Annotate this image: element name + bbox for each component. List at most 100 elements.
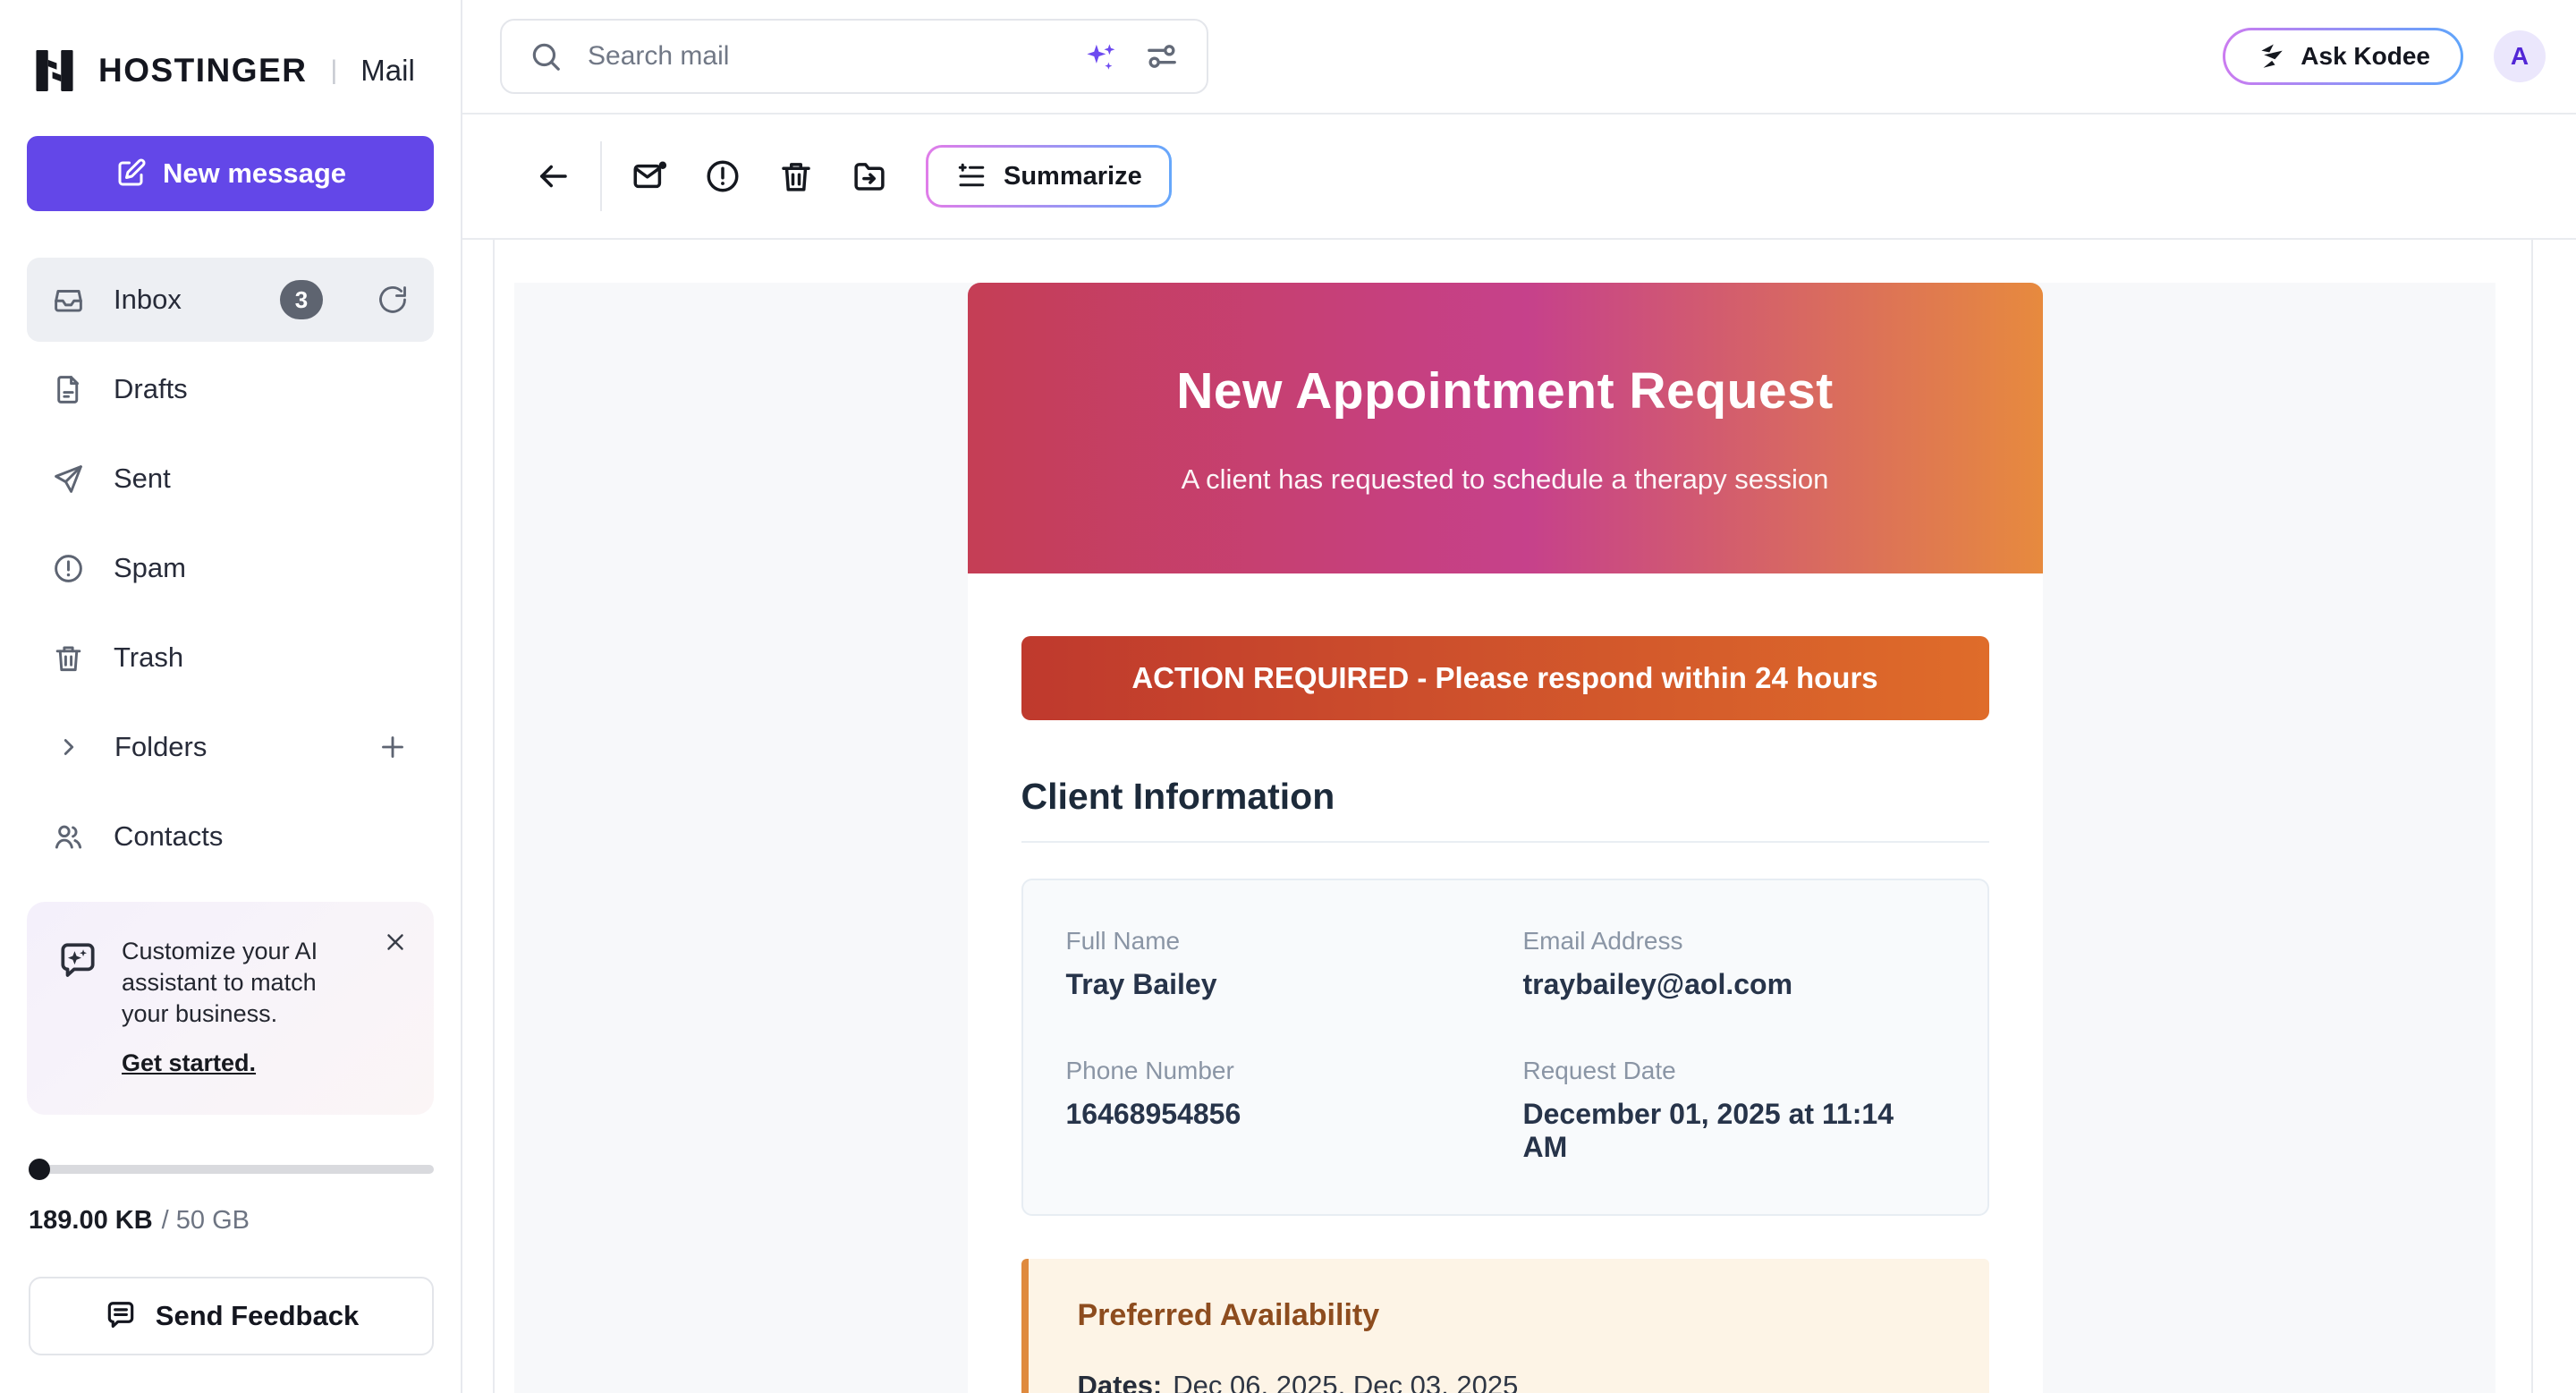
- sidebar-item-folders[interactable]: Folders: [27, 705, 434, 789]
- summarize-button[interactable]: Summarize: [926, 145, 1172, 208]
- trash-icon: [777, 157, 815, 195]
- field-value: traybailey@aol.com: [1523, 968, 1945, 1001]
- new-message-button[interactable]: New message: [27, 136, 434, 211]
- email-title: New Appointment Request: [1176, 361, 1834, 420]
- new-message-label: New message: [163, 157, 346, 190]
- trash-icon: [52, 641, 85, 675]
- inbox-unread-badge: 3: [280, 280, 323, 319]
- spam-icon: [52, 552, 85, 585]
- feedback-bubble-icon: [104, 1299, 138, 1333]
- ai-sparkles-icon[interactable]: [1083, 38, 1121, 75]
- ask-kodee-inner: Ask Kodee: [2225, 30, 2461, 82]
- delete-button[interactable]: [775, 156, 817, 197]
- main-area: Ask Kodee A: [462, 0, 2576, 1393]
- avatar[interactable]: A: [2494, 30, 2546, 82]
- field-label: Phone Number: [1066, 1057, 1487, 1085]
- toolbar-divider: [600, 141, 602, 211]
- preferred-availability-box: Preferred Availability Dates:Dec 06, 202…: [1021, 1259, 1989, 1393]
- summarize-label: Summarize: [1004, 162, 1142, 191]
- sidebar-item-sent[interactable]: Sent: [27, 437, 434, 521]
- sent-icon: [52, 463, 85, 496]
- topbar: Ask Kodee A: [462, 0, 2576, 115]
- chevron-right-icon[interactable]: [55, 734, 82, 760]
- ask-kodee-label: Ask Kodee: [2301, 42, 2430, 71]
- compose-icon: [114, 157, 147, 190]
- summarize-inner: Summarize: [928, 148, 1169, 205]
- inbox-icon: [52, 284, 85, 317]
- field-value: 16468954856: [1066, 1098, 1487, 1131]
- field-value: Tray Bailey: [1066, 968, 1487, 1001]
- send-feedback-button[interactable]: Send Feedback: [29, 1277, 434, 1355]
- search-icon: [529, 39, 563, 73]
- app-window: HOSTINGER | Mail New message Inbox 3: [0, 0, 2576, 1393]
- field-phone-number: Phone Number 16468954856: [1066, 1057, 1487, 1164]
- sidebar-item-label: Folders: [114, 731, 207, 763]
- sidebar-item-contacts[interactable]: Contacts: [27, 794, 434, 879]
- report-spam-button[interactable]: [702, 156, 743, 197]
- availability-dates: Dates:Dec 06, 2025, Dec 03, 2025: [1078, 1369, 1940, 1393]
- brand: HOSTINGER | Mail: [0, 0, 461, 97]
- section-divider: [1021, 841, 1989, 843]
- sidebar-item-label: Spam: [114, 552, 186, 584]
- sidebar-item-spam[interactable]: Spam: [27, 526, 434, 610]
- availability-heading: Preferred Availability: [1078, 1298, 1940, 1333]
- brand-product: Mail: [360, 54, 415, 88]
- alert-circle-icon: [704, 157, 741, 195]
- sidebar-item-label: Inbox: [114, 284, 182, 316]
- sidebar-item-drafts[interactable]: Drafts: [27, 347, 434, 431]
- back-arrow-icon: [534, 157, 572, 195]
- client-information-heading: Client Information: [1021, 776, 1989, 818]
- field-value: December 01, 2025 at 11:14 AM: [1523, 1098, 1945, 1164]
- contacts-icon: [52, 820, 85, 854]
- mail-pane: New Appointment Request A client has req…: [462, 240, 2576, 1393]
- field-label: Email Address: [1523, 927, 1945, 956]
- email-body: ACTION REQUIRED - Please respond within …: [968, 573, 2043, 1393]
- field-email-address: Email Address traybailey@aol.com: [1523, 927, 1945, 1001]
- dates-value: Dec 06, 2025, Dec 03, 2025: [1173, 1370, 1518, 1393]
- email-viewport: New Appointment Request A client has req…: [514, 283, 2496, 1393]
- move-folder-icon: [851, 157, 888, 195]
- brand-separator: |: [330, 55, 337, 86]
- add-folder-icon[interactable]: [377, 731, 409, 763]
- email-toolbar: Summarize: [462, 115, 2576, 240]
- sidebar-item-label: Trash: [114, 641, 183, 674]
- search-input[interactable]: [586, 40, 1060, 72]
- email-subtitle: A client has requested to schedule a the…: [1182, 463, 1829, 496]
- send-feedback-label: Send Feedback: [156, 1300, 359, 1332]
- sidebar-item-label: Drafts: [114, 373, 188, 405]
- chat-sparkle-icon: [55, 939, 100, 984]
- ai-card-text: Customize your AI assistant to match you…: [122, 936, 361, 1030]
- client-info-card: Full Name Tray Bailey Email Address tray…: [1021, 879, 1989, 1216]
- sidebar-item-label: Sent: [114, 463, 171, 495]
- storage-meter: 189.00 KB/ 50 GB: [29, 1165, 434, 1236]
- sidebar-spacer: [0, 879, 461, 902]
- mail-surface: New Appointment Request A client has req…: [493, 240, 2533, 1393]
- sidebar-nav: Inbox 3 Drafts: [27, 258, 434, 879]
- refresh-icon[interactable]: [377, 284, 409, 316]
- action-required-banner: ACTION REQUIRED - Please respond within …: [1021, 636, 1989, 720]
- move-to-folder-button[interactable]: [849, 156, 890, 197]
- sidebar-item-inbox[interactable]: Inbox 3: [27, 258, 434, 342]
- storage-used: 189.00 KB: [29, 1206, 153, 1235]
- brand-name: HOSTINGER: [98, 52, 307, 89]
- ai-assistant-card: Customize your AI assistant to match you…: [27, 902, 434, 1115]
- hostinger-logo: [29, 45, 80, 97]
- get-started-link[interactable]: Get started.: [122, 1049, 256, 1077]
- topbar-right: Ask Kodee A: [2223, 28, 2546, 85]
- summarize-icon: [955, 160, 987, 192]
- field-label: Request Date: [1523, 1057, 1945, 1085]
- close-icon[interactable]: [382, 929, 409, 956]
- drafts-icon: [52, 373, 85, 406]
- envelope-dot-icon: [631, 157, 668, 195]
- storage-text: 189.00 KB/ 50 GB: [29, 1206, 434, 1236]
- search-box[interactable]: [500, 19, 1208, 94]
- sidebar-item-trash[interactable]: Trash: [27, 616, 434, 700]
- filter-sliders-icon[interactable]: [1144, 38, 1180, 74]
- ask-kodee-button[interactable]: Ask Kodee: [2223, 28, 2463, 85]
- ai-card-body: Customize your AI assistant to match you…: [122, 936, 361, 1077]
- field-full-name: Full Name Tray Bailey: [1066, 927, 1487, 1001]
- back-button[interactable]: [532, 156, 573, 197]
- mark-unread-button[interactable]: [629, 156, 670, 197]
- email-message: New Appointment Request A client has req…: [968, 283, 2043, 1393]
- kodee-icon: [2256, 41, 2286, 72]
